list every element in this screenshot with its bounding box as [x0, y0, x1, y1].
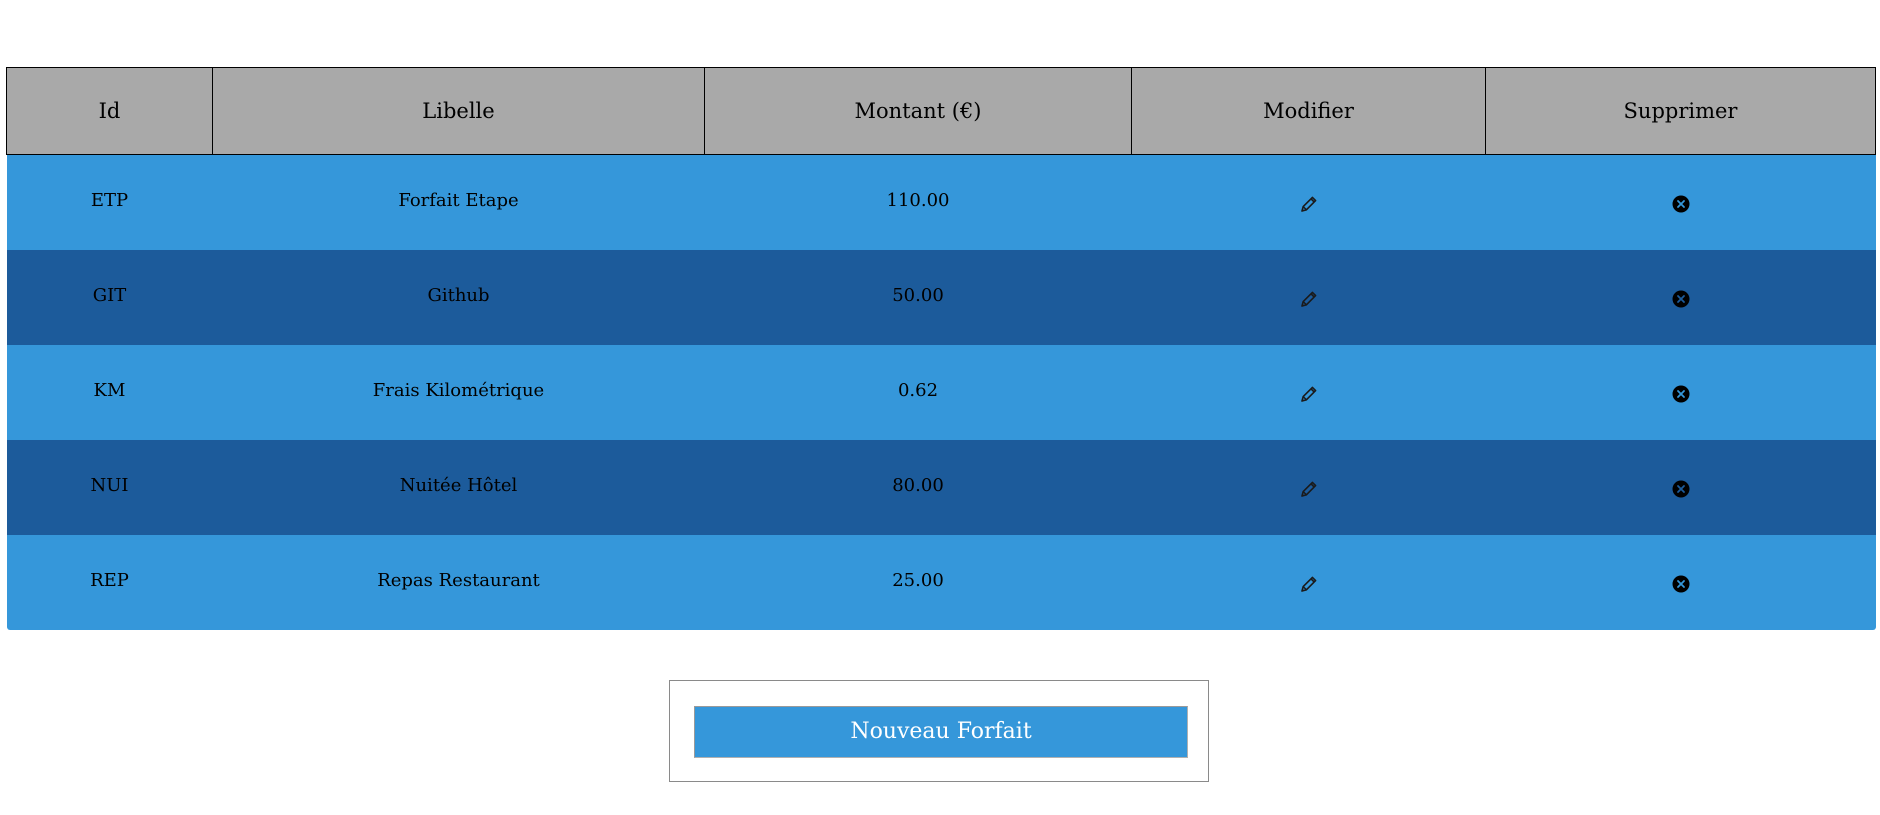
- cell-libelle: Repas Restaurant: [212, 535, 705, 630]
- circle-x-icon[interactable]: [1671, 194, 1691, 214]
- cell-montant: 110.00: [704, 154, 1132, 250]
- cell-libelle: Nuitée Hôtel: [212, 440, 705, 535]
- pencil-icon[interactable]: [1299, 289, 1319, 309]
- circle-x-icon[interactable]: [1671, 289, 1691, 309]
- cell-id: REP: [6, 535, 213, 630]
- table-row: KM Frais Kilométrique 0.62: [6, 345, 1876, 440]
- table-row: REP Repas Restaurant 25.00: [6, 535, 1876, 630]
- cell-supprimer: [1485, 250, 1876, 345]
- table-header-row: Id Libelle Montant (€) Modifier Supprime…: [6, 67, 1876, 155]
- cell-supprimer: [1485, 535, 1876, 630]
- cell-libelle: Forfait Etape: [212, 154, 705, 250]
- cell-id: GIT: [6, 250, 213, 345]
- pencil-icon[interactable]: [1299, 574, 1319, 594]
- header-montant: Montant (€): [704, 67, 1132, 155]
- cell-id: NUI: [6, 440, 213, 535]
- forfaits-table: Id Libelle Montant (€) Modifier Supprime…: [6, 67, 1876, 630]
- circle-x-icon[interactable]: [1671, 479, 1691, 499]
- header-modifier: Modifier: [1131, 67, 1486, 155]
- cell-libelle: Frais Kilométrique: [212, 345, 705, 440]
- circle-x-icon[interactable]: [1671, 384, 1691, 404]
- table-body: ETP Forfait Etape 110.00 GIT Github 50.0: [6, 154, 1876, 630]
- cell-modifier: [1131, 250, 1486, 345]
- cell-modifier: [1131, 345, 1486, 440]
- cell-modifier: [1131, 154, 1486, 250]
- cell-modifier: [1131, 440, 1486, 535]
- cell-supprimer: [1485, 440, 1876, 535]
- table-row: NUI Nuitée Hôtel 80.00: [6, 440, 1876, 535]
- pencil-icon[interactable]: [1299, 384, 1319, 404]
- table-row: ETP Forfait Etape 110.00: [6, 154, 1876, 250]
- header-libelle: Libelle: [212, 67, 705, 155]
- cell-montant: 50.00: [704, 250, 1132, 345]
- cell-modifier: [1131, 535, 1486, 630]
- new-forfait-button[interactable]: Nouveau Forfait: [694, 706, 1188, 758]
- cell-montant: 25.00: [704, 535, 1132, 630]
- table-row: GIT Github 50.00: [6, 250, 1876, 345]
- header-supprimer: Supprimer: [1485, 67, 1876, 155]
- cell-id: ETP: [6, 154, 213, 250]
- cell-supprimer: [1485, 345, 1876, 440]
- new-forfait-form: Nouveau Forfait: [669, 680, 1209, 782]
- cell-libelle: Github: [212, 250, 705, 345]
- cell-id: KM: [6, 345, 213, 440]
- pencil-icon[interactable]: [1299, 479, 1319, 499]
- header-id: Id: [6, 67, 213, 155]
- forfaits-table-container: Id Libelle Montant (€) Modifier Supprime…: [6, 67, 1876, 630]
- cell-montant: 80.00: [704, 440, 1132, 535]
- cell-supprimer: [1485, 154, 1876, 250]
- cell-montant: 0.62: [704, 345, 1132, 440]
- circle-x-icon[interactable]: [1671, 574, 1691, 594]
- pencil-icon[interactable]: [1299, 194, 1319, 214]
